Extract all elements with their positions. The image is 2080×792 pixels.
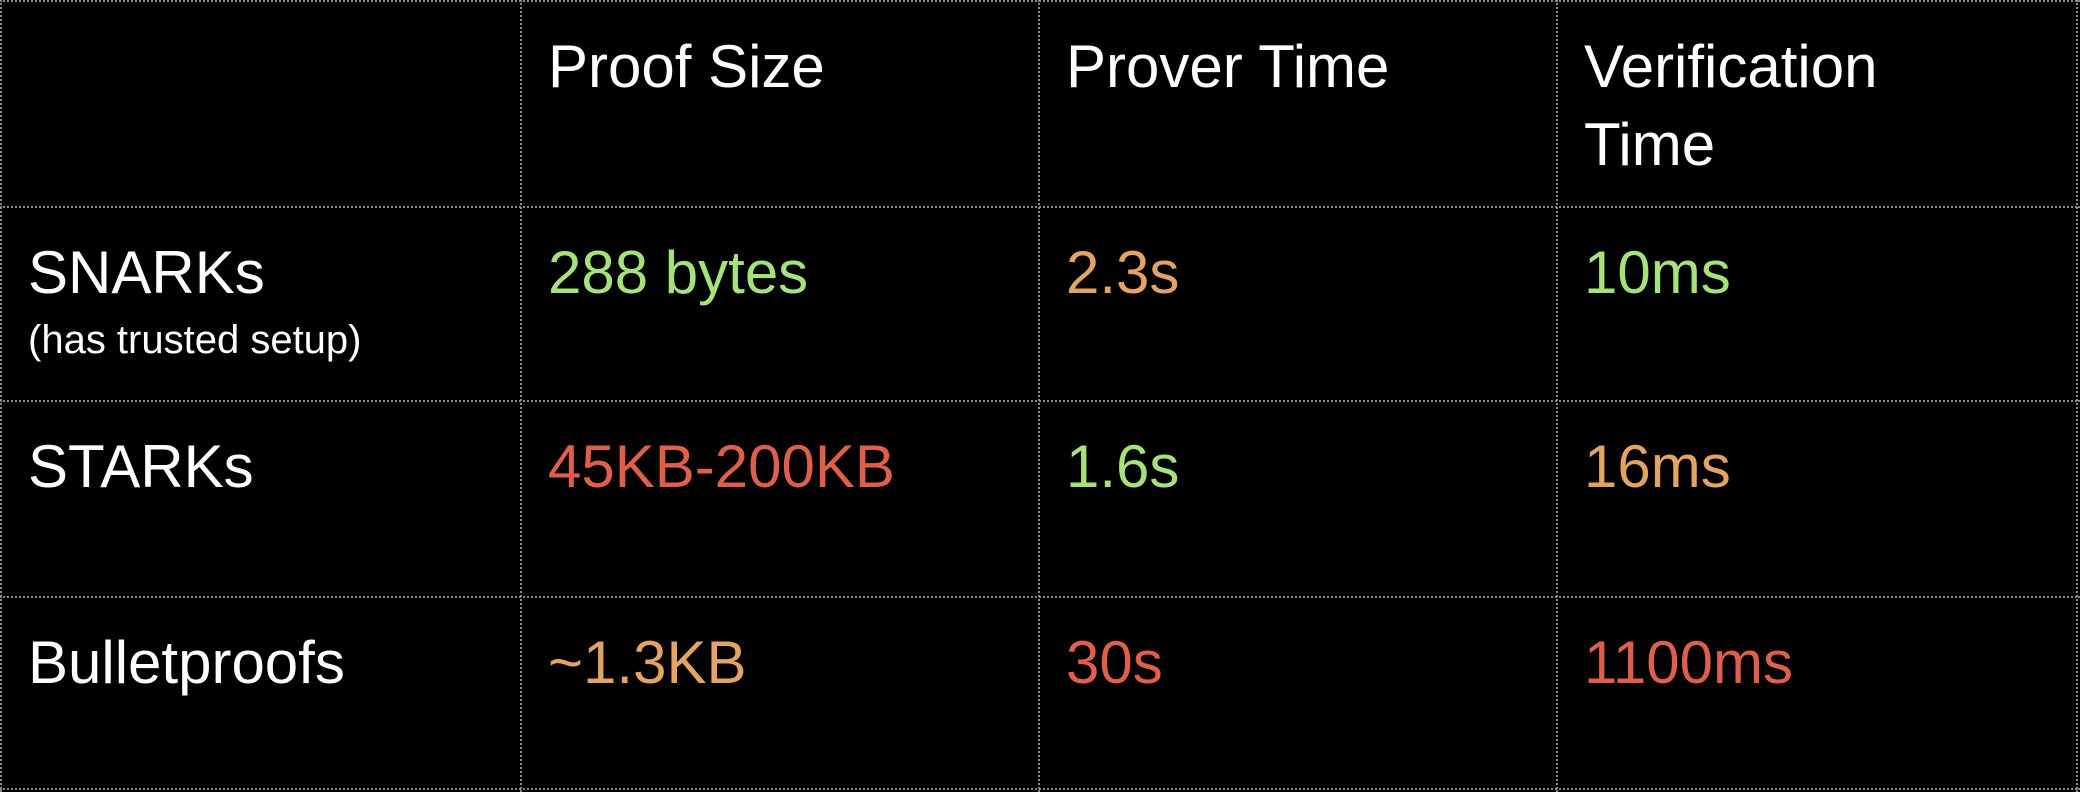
row-label: SNARKs [28,239,265,306]
header-cell-proof-size: Proof Size [520,0,1038,206]
table-row: Bulletproofs ~1.3KB 30s 1100ms [0,596,2080,792]
verification-time-value: 1100ms [1584,629,1794,696]
header-prover-time: Prover Time [1066,33,1390,100]
grid-line [0,0,2,792]
prover-time-value: 30s [1066,629,1163,696]
row-note: (has trusted setup) [28,318,362,362]
grid-line [0,206,2080,208]
row-label-cell: SNARKs (has trusted setup) [0,206,520,400]
header-cell-verification-time: Verification Time [1556,0,2080,206]
grid-line [520,0,522,792]
proof-size-cell: 45KB-200KB [520,400,1038,596]
grid-line [0,400,2080,402]
grid-line [1038,0,1040,792]
verification-time-cell: 16ms [1556,400,2080,596]
header-verification-time: Verification Time [1584,33,1878,178]
prover-time-cell: 1.6s [1038,400,1556,596]
verification-time-value: 10ms [1584,239,1731,306]
proof-size-value: 45KB-200KB [548,433,895,500]
prover-time-value: 1.6s [1066,433,1180,500]
proof-size-value: 288 bytes [548,239,809,306]
header-cell-empty [0,0,520,206]
grid-line [2076,0,2078,792]
verification-time-cell: 1100ms [1556,596,2080,792]
grid-line [0,0,2080,2]
row-label-cell: STARKs [0,400,520,596]
row-label: STARKs [28,433,254,500]
grid-line [1556,0,1558,792]
row-label: Bulletproofs [28,629,345,696]
row-label-cell: Bulletproofs [0,596,520,792]
proof-size-cell: 288 bytes [520,206,1038,400]
proof-size-value: ~1.3KB [548,629,747,696]
grid-line [0,788,2080,790]
header-proof-size: Proof Size [548,33,825,100]
prover-time-value: 2.3s [1066,239,1180,306]
verification-time-cell: 10ms [1556,206,2080,400]
prover-time-cell: 30s [1038,596,1556,792]
comparison-table: Proof Size Prover Time Verification Time… [0,0,2080,792]
proof-size-cell: ~1.3KB [520,596,1038,792]
table-header-row: Proof Size Prover Time Verification Time [0,0,2080,206]
prover-time-cell: 2.3s [1038,206,1556,400]
verification-time-value: 16ms [1584,433,1731,500]
table-row: STARKs 45KB-200KB 1.6s 16ms [0,400,2080,596]
table-row: SNARKs (has trusted setup) 288 bytes 2.3… [0,206,2080,400]
header-cell-prover-time: Prover Time [1038,0,1556,206]
grid-line [0,596,2080,598]
